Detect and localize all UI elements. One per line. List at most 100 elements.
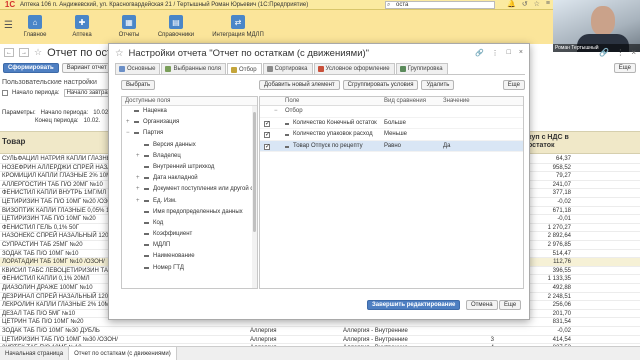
more-icon[interactable]: ⋮ — [616, 48, 624, 57]
active-report-tab[interactable]: Отчет по остаткам (с движениями) — [69, 346, 177, 360]
filter-compare[interactable]: Больше — [384, 118, 406, 130]
link-icon[interactable]: 🔗 — [599, 48, 609, 57]
bell-icon[interactable]: 🔔 — [507, 0, 516, 8]
group-conditions-button[interactable]: Сгруппировать условия — [342, 80, 419, 90]
filter-field[interactable]: Количество упаковок расход — [293, 129, 373, 141]
filter-use-checkbox[interactable] — [264, 119, 270, 130]
close-icon[interactable]: × — [631, 48, 636, 57]
end-value: 10.02. — [83, 118, 101, 124]
available-field-item[interactable]: Версия данных — [122, 140, 257, 151]
filter-use-checkbox[interactable] — [264, 130, 270, 142]
tab-selected-fields[interactable]: Выбранные поля — [161, 63, 227, 74]
available-field-item[interactable]: Внутренний штрихкод — [122, 162, 257, 173]
search-value: оста — [396, 2, 409, 8]
select-field-button[interactable]: Выбрать — [121, 80, 156, 90]
report-variant-button[interactable]: Вариант отчет — [61, 62, 112, 73]
section-catalogs[interactable]: ▤ Справочники — [157, 10, 195, 38]
add-element-button[interactable]: Добавить новый элемент — [259, 80, 340, 90]
filter-field[interactable]: Товар Отпуск по рецепту — [293, 141, 363, 153]
field-label: Партия — [143, 130, 164, 137]
tab-label: Отбор — [239, 66, 257, 73]
tab-conditional-format[interactable]: Условное оформление — [313, 63, 395, 74]
footer-more-button[interactable]: Еще — [499, 300, 522, 310]
filter-more-button[interactable]: Еще — [502, 80, 525, 90]
expand-toggle-icon[interactable]: + — [136, 173, 142, 184]
menu-icon[interactable]: ≡ — [546, 0, 550, 8]
home-page-tab[interactable]: Начальная страница — [0, 346, 70, 360]
product-name: НАЗОНЕКС СПРЕЙ НАЗАЛЬНЫЙ 120Д — [2, 233, 113, 240]
expand-toggle-icon[interactable]: + — [136, 151, 142, 162]
expand-toggle-icon[interactable]: − — [126, 128, 132, 139]
scroll-thumb[interactable] — [253, 112, 256, 232]
filter-use-checkbox[interactable] — [264, 142, 270, 153]
forward-button[interactable]: → — [19, 48, 29, 57]
filter-compare[interactable]: Равно — [384, 141, 401, 153]
toolbar-more-button[interactable]: Еще — [613, 62, 636, 73]
available-field-item[interactable]: Номер ГТД — [122, 263, 257, 274]
maximize-icon[interactable]: □ — [507, 49, 511, 57]
back-button[interactable]: ← — [4, 48, 14, 57]
field-label: Коэффициент — [153, 231, 193, 238]
filter-value[interactable]: Да — [443, 141, 450, 153]
field-icon — [144, 177, 149, 180]
more-icon[interactable]: ⋮ — [492, 49, 499, 57]
hamburger-icon[interactable]: ☰ — [4, 20, 16, 32]
star-icon[interactable]: ☆ — [534, 0, 540, 8]
available-field-item[interactable]: Имя предопределенных данных — [122, 207, 257, 218]
available-field-item[interactable]: Код — [122, 218, 257, 229]
tab-sort[interactable]: Сортировка — [262, 63, 313, 74]
available-field-item[interactable]: Коэффициент — [122, 229, 257, 240]
amount-cell: -0,01 — [557, 216, 571, 223]
report-row[interactable]: ЦЕТИРИЗИН ТАБ П/О 10МГ №30 /ОЗОН/Аллерги… — [0, 336, 640, 345]
available-field-item[interactable]: + Организация — [122, 117, 257, 128]
expand-toggle-icon[interactable]: + — [136, 184, 142, 195]
report-row[interactable]: ЗОДАК ТАБ П/О 10МГ №30 ДУБЛЬ Аллергия Алле… — [0, 327, 640, 336]
available-field-item[interactable]: − Партия — [122, 128, 257, 139]
product-name: СУПРАСТИН ТАБ 25МГ №20 — [2, 242, 83, 248]
favorite-star-icon[interactable]: ☆ — [115, 48, 124, 59]
available-field-item[interactable]: МДЛП — [122, 240, 257, 251]
tab-label: Условное оформление — [325, 66, 390, 72]
filter-row[interactable]: Количество упаковок расход Меньше — [260, 129, 523, 142]
available-field-item[interactable]: + Владелец — [122, 151, 257, 162]
tab-main[interactable]: Основные — [115, 63, 161, 74]
available-field-item[interactable]: + Дата накладной — [122, 173, 257, 184]
search-input[interactable]: ⌕ оста — [385, 1, 495, 9]
open-windows-bar: Начальная страница Отчет по остаткам (с … — [0, 346, 640, 360]
favorite-star-icon[interactable]: ☆ — [34, 47, 42, 58]
history-icon[interactable]: ↺ — [522, 0, 528, 8]
period-checkbox[interactable] — [2, 90, 8, 96]
section-label: Аптека — [72, 32, 92, 38]
filter-group-row[interactable]: − Отбор — [260, 106, 523, 118]
expand-toggle-icon[interactable]: + — [126, 117, 132, 128]
section-reports[interactable]: ▦ Отчеты — [110, 10, 148, 38]
expand-toggle-icon[interactable]: + — [136, 196, 142, 207]
filter-compare[interactable]: Меньше — [384, 129, 407, 141]
delete-button[interactable]: Удалить — [421, 80, 455, 90]
product-name: ВИЗОПТИК КАПЛИ ГЛАЗНЫЕ 0,05% 10 — [2, 207, 113, 214]
sort-icon — [266, 66, 273, 72]
finish-editing-button[interactable]: Завершить редактирование — [367, 300, 461, 310]
close-icon[interactable]: × — [519, 49, 523, 57]
subcategory-cell: Аллергия - Внутренние — [343, 328, 408, 334]
section-main[interactable]: ⌂ Главное — [16, 10, 54, 38]
tab-grouping[interactable]: Группировка — [395, 63, 448, 74]
vertical-scrollbar[interactable] — [252, 106, 257, 288]
section-mdlp[interactable]: ⇄ Интеграция МДЛП — [204, 10, 272, 38]
available-field-item[interactable]: Наценка — [122, 106, 257, 117]
doc-window-controls: 🔗 ⋮ × — [599, 48, 636, 57]
cancel-button[interactable]: Отмена — [466, 300, 498, 310]
collapse-icon[interactable]: − — [274, 106, 278, 118]
filter-field[interactable]: Количество Конечный остаток — [293, 118, 377, 130]
available-field-item[interactable]: + Документ поступления или другой об — [122, 184, 257, 195]
form-report-button[interactable]: Сформировать — [3, 62, 59, 73]
available-field-item[interactable]: + Ед. Изм. — [122, 196, 257, 207]
link-icon[interactable]: 🔗 — [475, 49, 484, 57]
filter-row[interactable]: Товар Отпуск по рецепту Равно Да — [260, 140, 523, 153]
field-icon — [134, 121, 139, 124]
filter-row[interactable]: Количество Конечный остаток Больше — [260, 118, 523, 130]
section-pharmacy[interactable]: ✚ Аптека — [63, 10, 101, 38]
available-field-item[interactable]: Наименование — [122, 251, 257, 262]
amount-cell: 201,70 — [552, 310, 571, 317]
available-fields-list: Доступные поля Наценка + Организация − Парти… — [121, 96, 258, 289]
